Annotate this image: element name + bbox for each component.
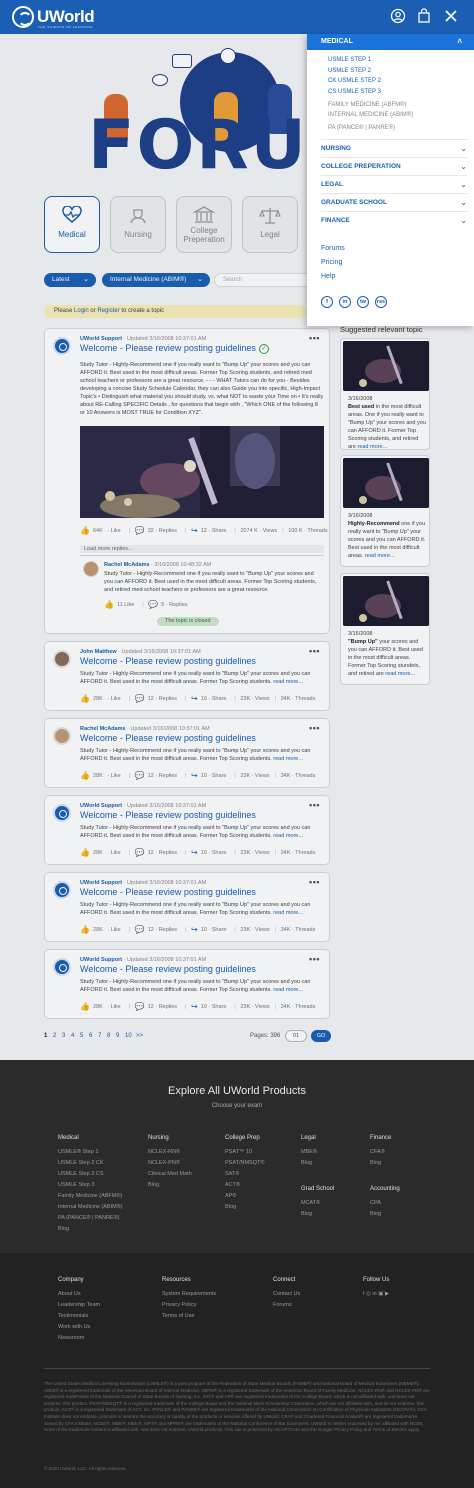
- footer-link[interactable]: NCLEX-PN®: [148, 1160, 180, 1166]
- menu-section-college-preparation[interactable]: COLLEGE PREPERATION ⌄: [321, 157, 467, 175]
- footer-link[interactable]: NCLEX-RN®: [148, 1149, 180, 1155]
- footer-link[interactable]: Leadership Team: [58, 1302, 100, 1308]
- footer-link[interactable]: CPA: [370, 1200, 381, 1206]
- chevron-down-icon: ⌄: [460, 198, 467, 207]
- footer-link[interactable]: Privacy Policy: [162, 1302, 196, 1308]
- footer-link[interactable]: PSAT™ 10: [225, 1149, 252, 1155]
- menu-section-nursing[interactable]: NURSING ⌄: [321, 139, 467, 157]
- close-icon[interactable]: [443, 8, 459, 24]
- menu-section-legal[interactable]: LEGAL ⌄: [321, 175, 467, 193]
- top-header: UWorld THE SCIENCE OF LEARNING: [0, 0, 474, 34]
- footer-title: Explore All UWorld Products: [168, 1085, 306, 1097]
- footer-link[interactable]: Work with Us: [58, 1324, 90, 1330]
- footer-subtitle: Choose your exam: [211, 1103, 263, 1109]
- footer-link[interactable]: Testimonials: [58, 1313, 88, 1319]
- facebook-icon[interactable]: f: [321, 296, 333, 308]
- footer-link[interactable]: Blog: [370, 1160, 381, 1166]
- copyright: © 2020 UWorld, LLC. All rights reserved.: [44, 1466, 127, 1471]
- menu-section-graduate-school[interactable]: GRADUATE SCHOOL ⌄: [321, 193, 467, 211]
- footer-link[interactable]: Contact Us: [273, 1291, 300, 1297]
- footer-link[interactable]: SAT®: [225, 1171, 239, 1177]
- footer-column-heading: Resources: [162, 1277, 191, 1283]
- footer-link[interactable]: Family Medicine (ABFM®): [58, 1193, 122, 1199]
- menu-link-help[interactable]: Help: [321, 273, 335, 280]
- menu-item-usmle-step-1[interactable]: USMLE STEP 1: [328, 57, 371, 63]
- footer-column-heading: Finance: [370, 1135, 392, 1141]
- footer-link[interactable]: Blog: [370, 1211, 381, 1217]
- chevron-down-icon: ⌄: [460, 180, 467, 189]
- footer-link[interactable]: Blog: [301, 1211, 312, 1217]
- footer-column-heading: Nursing: [148, 1135, 169, 1141]
- menu-item-pa[interactable]: PA (PANCE® | PANRE®): [328, 125, 395, 131]
- footer-divider: [44, 1368, 430, 1369]
- menu-section-medical[interactable]: MEDICAL ˄: [307, 34, 474, 50]
- social-icons[interactable]: f ◎ in ▣ ▶: [363, 1291, 389, 1297]
- twitter-icon[interactable]: tw: [357, 296, 369, 308]
- footer-link[interactable]: USMLE Step 2 CK: [58, 1160, 104, 1166]
- menu-link-forums[interactable]: Forums: [321, 245, 345, 252]
- footer-link[interactable]: Terms of Use: [162, 1313, 194, 1319]
- section-label: COLLEGE PREPERATION: [321, 163, 401, 170]
- menu-item-usmle-step-2[interactable]: USMLE STEP 2: [328, 68, 371, 74]
- chevron-down-icon: ⌄: [460, 162, 467, 171]
- footer-link[interactable]: USMLE Step 2 CS: [58, 1171, 104, 1177]
- rss-icon[interactable]: rss: [375, 296, 387, 308]
- footer-link[interactable]: MCAT®: [301, 1200, 320, 1206]
- linkedin-icon[interactable]: in: [339, 296, 351, 308]
- footer-link[interactable]: USMLE Step 3: [58, 1182, 94, 1188]
- logo-tagline: THE SCIENCE OF LEARNING: [38, 25, 94, 29]
- section-label: NURSING: [321, 145, 351, 152]
- footer-link[interactable]: USMLE® Step 1: [58, 1149, 98, 1155]
- footer-link[interactable]: Newsroom: [58, 1335, 84, 1341]
- account-icon[interactable]: [390, 8, 406, 24]
- section-label: FINANCE: [321, 217, 350, 224]
- footer-link[interactable]: ACT®: [225, 1182, 240, 1188]
- menu-link-pricing[interactable]: Pricing: [321, 259, 342, 266]
- footer-link[interactable]: CFA®: [370, 1149, 385, 1155]
- section-label: GRADUATE SCHOOL: [321, 199, 387, 206]
- chevron-down-icon: ⌄: [460, 144, 467, 153]
- footer-column-heading: Connect: [273, 1277, 296, 1283]
- chevron-down-icon: ⌄: [460, 216, 467, 225]
- footer-link[interactable]: System Requirements: [162, 1291, 216, 1297]
- footer-column-heading: College Prep: [225, 1135, 260, 1141]
- footer-column-heading: Follow Us: [363, 1277, 390, 1283]
- menu-item-cs-usmle-step-3[interactable]: CS USMLE STEP 3: [328, 89, 381, 95]
- footer-link[interactable]: About Us: [58, 1291, 81, 1297]
- shopping-bag-icon[interactable]: [416, 8, 432, 24]
- footer-link[interactable]: PA (PANCE® | PANRE®): [58, 1215, 120, 1221]
- uworld-logo[interactable]: UWorld THE SCIENCE OF LEARNING: [12, 6, 112, 30]
- footer-column-heading: Company: [58, 1277, 84, 1283]
- footer-link[interactable]: PSAT/NMSQT®: [225, 1160, 264, 1166]
- footer-link[interactable]: Forums: [273, 1302, 292, 1308]
- footer-link[interactable]: Blog: [301, 1160, 312, 1166]
- footer-link[interactable]: AP®: [225, 1193, 236, 1199]
- legal-disclaimer: The United States Medical Licensing Exam…: [44, 1381, 430, 1433]
- navigation-menu: MEDICAL ˄ USMLE STEP 1 USMLE STEP 2 CK U…: [307, 34, 474, 326]
- footer-column-heading: Grad School: [301, 1186, 335, 1192]
- footer-link[interactable]: Clinical Med Math: [148, 1171, 192, 1177]
- logo-globe-icon: [12, 6, 34, 28]
- footer-column-heading: Legal: [301, 1135, 316, 1141]
- section-label: LEGAL: [321, 181, 344, 188]
- footer-bottom: [0, 1253, 474, 1488]
- footer-link[interactable]: Blog: [58, 1226, 69, 1232]
- menu-item-ck-usmle-step-2[interactable]: CK USMLE STEP 2: [328, 78, 381, 84]
- footer-link[interactable]: Internal Medicine (ABIM®): [58, 1204, 123, 1210]
- footer-link[interactable]: MBE®: [301, 1149, 317, 1155]
- footer-link[interactable]: Blog: [225, 1204, 236, 1210]
- footer-column-heading: Accounting: [370, 1186, 400, 1192]
- menu-item-internal-medicine[interactable]: INTERNAL MEDICINE (ABIM®): [328, 112, 413, 118]
- logo-text: UWorld: [37, 7, 95, 26]
- menu-section-finance[interactable]: FINANCE ⌄: [321, 211, 467, 229]
- chevron-up-icon: ˄: [457, 37, 462, 46]
- menu-header-label: MEDICAL: [321, 38, 353, 45]
- footer-link[interactable]: Blog: [148, 1182, 159, 1188]
- menu-item-family-medicine[interactable]: FAMILY MEDICINE (ABFM®): [328, 102, 407, 108]
- footer-column-heading: Medical: [58, 1135, 79, 1141]
